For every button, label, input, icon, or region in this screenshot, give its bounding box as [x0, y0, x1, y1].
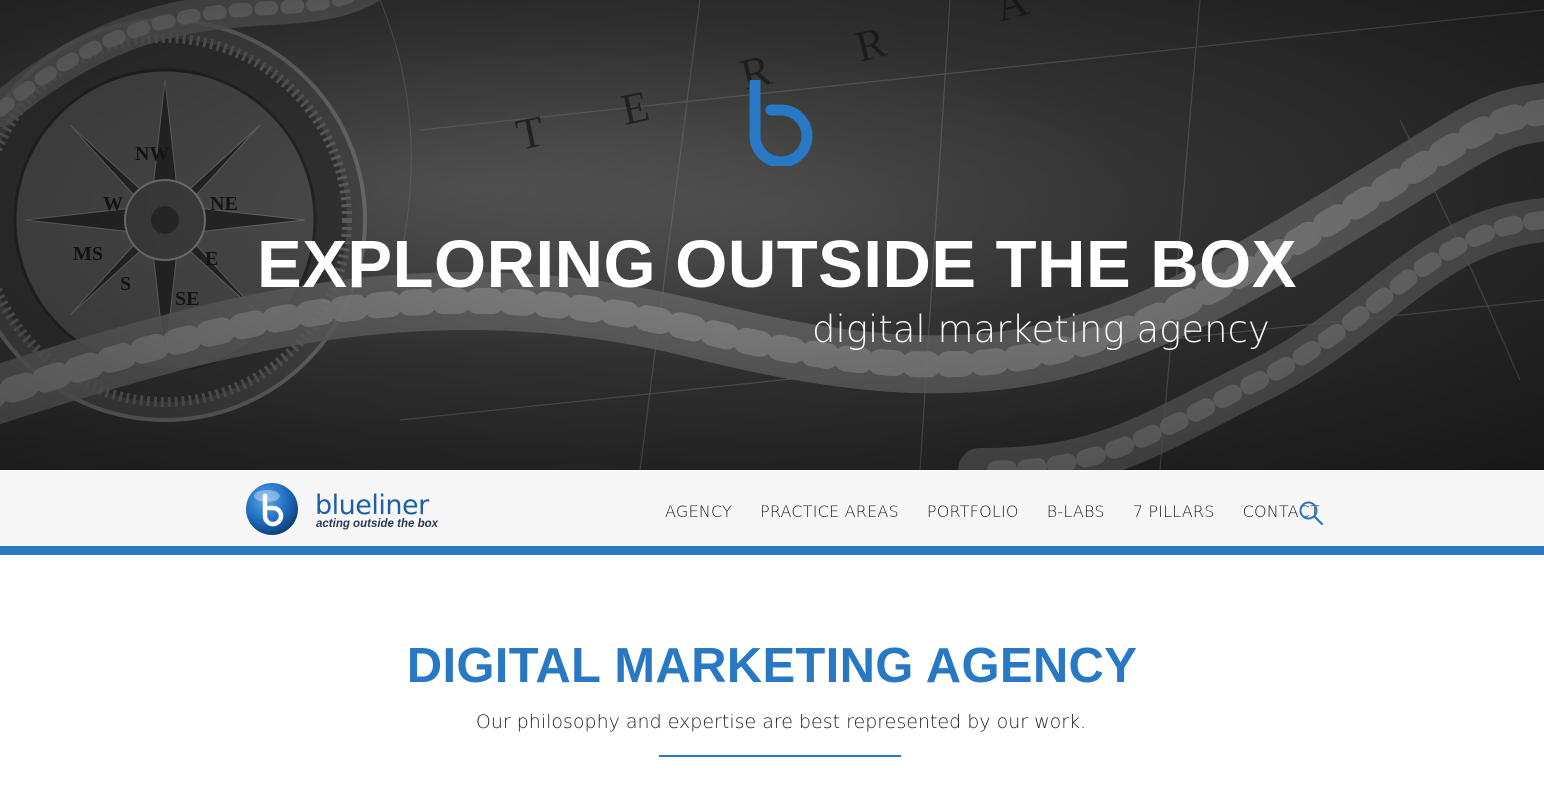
intro-text: Our philosophy and expertise are best re…	[475, 711, 1087, 733]
hero-logo-icon	[749, 80, 813, 166]
hero-title: EXPLORING OUTSIDE THE BOX	[257, 227, 1297, 302]
brand-logo-link[interactable]: blueliner acting outside the box	[245, 482, 445, 538]
brand-tagline: acting outside the box	[316, 518, 439, 530]
nav-item-agency[interactable]: AGENCY	[665, 502, 732, 522]
blueliner-ball-logo-icon	[246, 483, 298, 535]
nav-item-practice-areas[interactable]: PRACTICE AREAS	[760, 502, 899, 522]
hero-subtitle: digital marketing agency	[812, 308, 1270, 351]
nav-item-7-pillars[interactable]: 7 PILLARS	[1133, 502, 1215, 522]
nav-item-portfolio[interactable]: PORTFOLIO	[927, 502, 1019, 522]
hero-banner: T E R R A NW NE	[0, 0, 1544, 470]
nav-item-b-labs[interactable]: B-LABS	[1047, 502, 1105, 522]
main-menu: AGENCY PRACTICE AREAS PORTFOLIO B-LABS 7…	[665, 502, 1320, 522]
navbar-accent-border	[0, 546, 1544, 555]
brand-name: blueliner	[315, 490, 429, 521]
intro-title: DIGITAL MARKETING AGENCY	[406, 639, 1138, 693]
search-icon[interactable]	[1298, 500, 1324, 526]
intro-divider	[659, 755, 901, 757]
